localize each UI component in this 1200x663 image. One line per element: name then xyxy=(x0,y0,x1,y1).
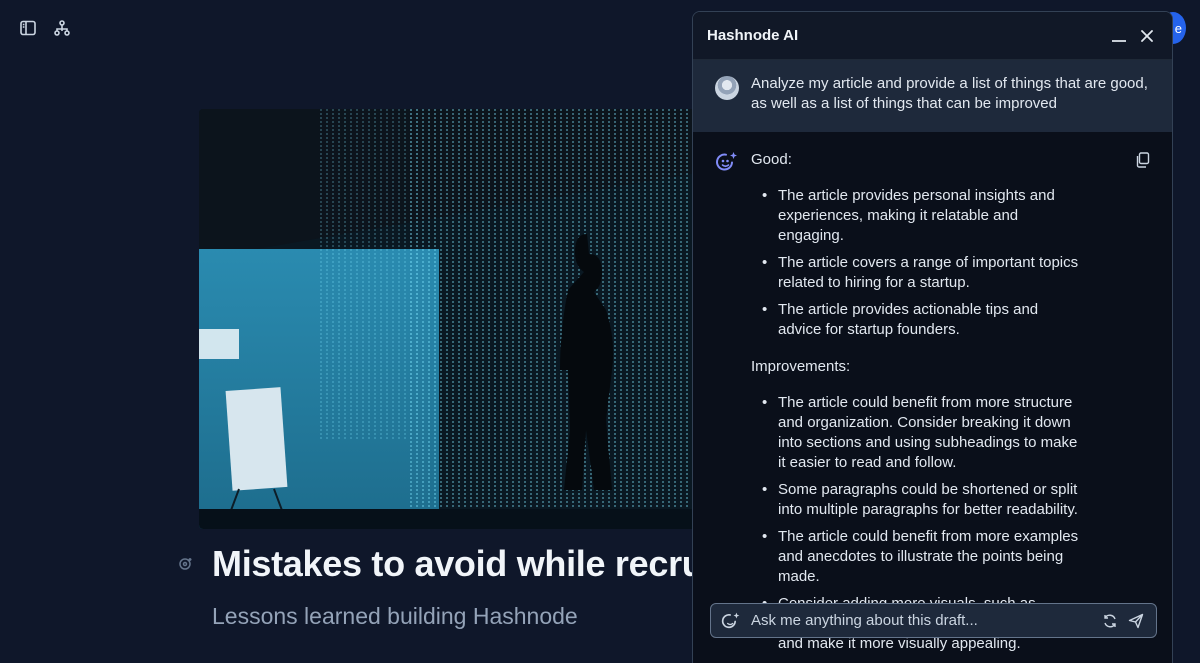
ai-assistant-panel: Hashnode AI Analyze my article and provi… xyxy=(692,11,1173,663)
minimize-button[interactable] xyxy=(1108,25,1130,47)
refresh-icon xyxy=(1104,614,1116,627)
copy-icon xyxy=(1136,152,1149,168)
ask-ai-input[interactable] xyxy=(751,612,1094,629)
list-item: The article could benefit from more stru… xyxy=(762,393,1081,473)
ai-response: Good: The article provides personal insi… xyxy=(693,132,1172,663)
good-heading: Good: xyxy=(751,151,792,168)
close-icon xyxy=(1141,29,1153,42)
ai-panel-title: Hashnode AI xyxy=(707,27,799,44)
ai-panel-header: Hashnode AI xyxy=(693,12,1172,60)
ai-sparkle-icon xyxy=(721,612,740,628)
ai-sparkle-icon xyxy=(715,150,739,174)
cover-image xyxy=(199,109,719,529)
send-icon xyxy=(1128,613,1144,628)
sidebar-toggle-icon[interactable] xyxy=(17,17,39,39)
ai-composer xyxy=(710,603,1157,638)
page-subtitle[interactable]: Lessons learned building Hashnode xyxy=(212,603,578,630)
user-message: Analyze my article and provide a list of… xyxy=(693,60,1172,132)
title-row: Mistakes to avoid while recruiting xyxy=(175,543,778,585)
list-item: The article provides personal insights a… xyxy=(762,186,1081,246)
close-button[interactable] xyxy=(1136,25,1158,47)
improvements-heading: Improvements: xyxy=(751,358,851,375)
minimize-icon xyxy=(1112,39,1126,42)
list-item: The article provides actionable tips and… xyxy=(762,300,1081,340)
good-list: The article provides personal insights a… xyxy=(751,186,1081,340)
outline-tree-icon[interactable] xyxy=(51,17,73,39)
list-item: The article covers a range of important … xyxy=(762,253,1081,293)
add-cover-icon[interactable] xyxy=(175,553,197,575)
copy-button[interactable] xyxy=(1132,150,1152,170)
user-avatar xyxy=(715,76,739,100)
list-item: Some paragraphs could be shortened or sp… xyxy=(762,480,1081,520)
user-prompt-text: Analyze my article and provide a list of… xyxy=(751,75,1148,112)
regenerate-button[interactable] xyxy=(1100,611,1120,631)
list-item: The article could benefit from more exam… xyxy=(762,527,1081,587)
send-button[interactable] xyxy=(1126,611,1146,631)
